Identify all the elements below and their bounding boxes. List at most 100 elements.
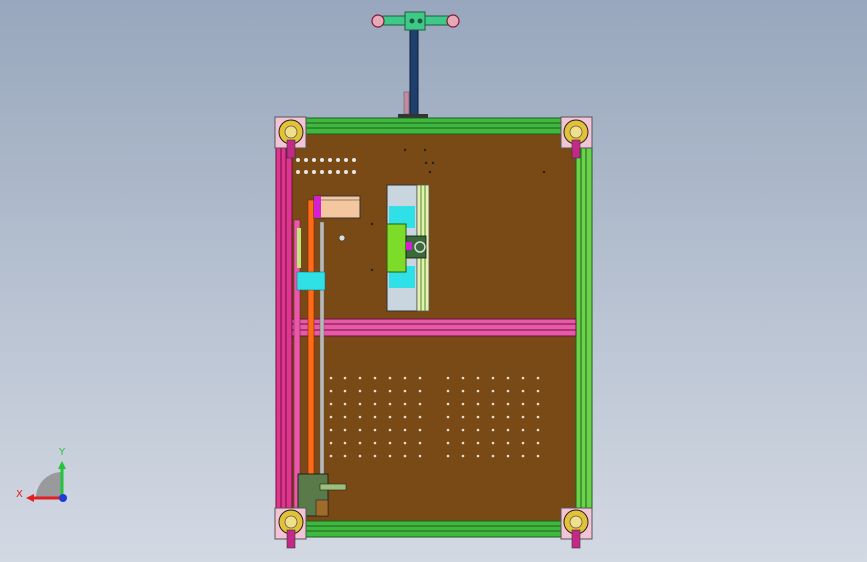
hole <box>388 454 392 458</box>
hole <box>476 454 480 458</box>
hole <box>304 170 308 174</box>
hole <box>418 389 422 393</box>
hole <box>506 402 510 406</box>
hole <box>446 402 450 406</box>
hole <box>329 415 333 419</box>
hole <box>403 389 407 393</box>
cad-viewport[interactable]: X Y <box>0 0 867 562</box>
hole <box>418 441 422 445</box>
hole <box>312 170 316 174</box>
hole <box>304 158 308 162</box>
hole <box>476 402 480 406</box>
hole <box>373 454 377 458</box>
caster-bottom-right[interactable] <box>560 507 593 549</box>
hole <box>358 376 362 380</box>
hole <box>388 428 392 432</box>
center-fixture[interactable] <box>386 184 430 312</box>
hole <box>536 415 540 419</box>
hole <box>418 376 422 380</box>
hole <box>418 454 422 458</box>
hole <box>521 428 525 432</box>
caster-hub <box>569 125 583 139</box>
center-crossbar <box>291 318 577 337</box>
hole <box>476 376 480 380</box>
hole <box>388 389 392 393</box>
hole <box>536 454 540 458</box>
handle-hub-bolt <box>409 18 415 24</box>
triad-disc <box>36 472 62 498</box>
caster-stem <box>571 139 581 159</box>
motor-flange <box>314 196 321 218</box>
hole <box>506 454 510 458</box>
x-axis-arrowhead-icon <box>26 494 34 502</box>
hole <box>418 428 422 432</box>
hole <box>491 376 495 380</box>
hole <box>403 454 407 458</box>
hole <box>343 454 347 458</box>
hole <box>446 428 450 432</box>
hole <box>373 441 377 445</box>
hole <box>418 415 422 419</box>
hole <box>476 428 480 432</box>
hole <box>491 402 495 406</box>
cyan-slider-light <box>297 228 301 268</box>
handle-side-bracket <box>403 91 410 115</box>
hole <box>336 158 340 162</box>
hole <box>358 415 362 419</box>
hole <box>536 441 540 445</box>
hole <box>388 402 392 406</box>
lifting-handle-assembly[interactable] <box>371 11 460 119</box>
hole <box>521 376 525 380</box>
hole <box>329 441 333 445</box>
hole <box>423 148 427 152</box>
gripper-magenta <box>406 242 412 250</box>
hole <box>476 441 480 445</box>
hole <box>403 148 407 152</box>
hole <box>446 415 450 419</box>
hole <box>373 376 377 380</box>
hole <box>424 161 428 165</box>
handle-right-knob <box>446 14 460 28</box>
caster-bottom-left[interactable] <box>274 507 307 549</box>
hole <box>506 428 510 432</box>
bottom-extrusion <box>297 520 569 538</box>
hole <box>521 441 525 445</box>
hole <box>352 158 356 162</box>
hole <box>370 268 374 272</box>
hole <box>358 454 362 458</box>
bottom-carriage-plate <box>315 499 329 517</box>
bottom-carriage-arm <box>319 483 347 491</box>
hole <box>388 376 392 380</box>
x-axis-label: X <box>16 489 23 500</box>
handle-post <box>409 27 419 119</box>
hole <box>446 389 450 393</box>
hole <box>373 428 377 432</box>
hole <box>329 454 333 458</box>
hole <box>461 454 465 458</box>
hole <box>336 170 340 174</box>
y-axis-arrowhead-icon <box>58 461 66 469</box>
hole <box>476 389 480 393</box>
hole <box>320 170 324 174</box>
hole <box>446 376 450 380</box>
hole <box>296 170 300 174</box>
hole <box>343 441 347 445</box>
hole <box>343 402 347 406</box>
hole <box>491 454 495 458</box>
hole <box>542 170 546 174</box>
hole <box>476 415 480 419</box>
hole <box>521 402 525 406</box>
hole <box>358 428 362 432</box>
hole <box>431 161 435 165</box>
hole <box>373 415 377 419</box>
caster-stem <box>571 529 581 549</box>
hole <box>373 389 377 393</box>
guide-rod <box>319 221 325 513</box>
hole <box>506 441 510 445</box>
hole <box>329 376 333 380</box>
orange-rail <box>307 199 315 517</box>
hole <box>312 158 316 162</box>
hole <box>358 389 362 393</box>
hole <box>506 415 510 419</box>
handle-left-knob <box>371 14 385 28</box>
